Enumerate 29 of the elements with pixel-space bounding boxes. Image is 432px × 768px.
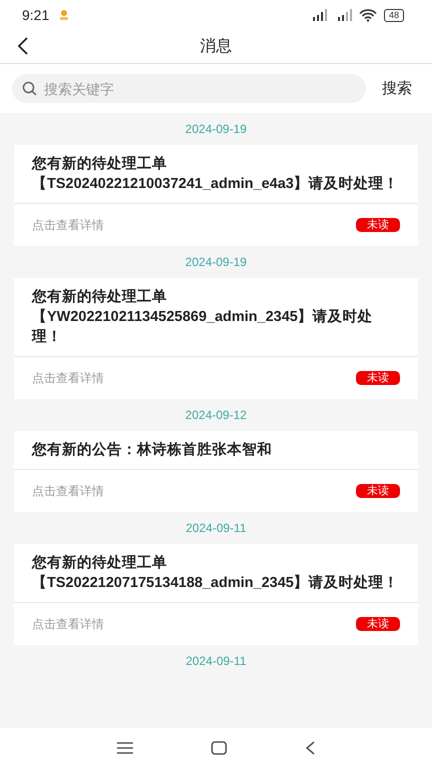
message-date: 2024-09-19 <box>185 255 247 269</box>
search-button[interactable]: 搜索 <box>382 79 412 98</box>
message-text: 您有新的待处理工单【TS20221207175134188_admin_2345】请及时处理！ <box>32 555 399 591</box>
back-icon[interactable] <box>17 37 29 55</box>
status-badge: 未读 <box>356 617 400 631</box>
message-card[interactable]: 您有新的待处理工单【TS20240221210037241_admin_e4a3】请及时处理！ 点击查看详情 未读 <box>14 145 418 246</box>
message-date: 2024-09-12 <box>185 408 247 422</box>
search-field[interactable]: 搜索关键字 <box>12 74 366 103</box>
message-date: 2024-09-11 <box>186 521 246 535</box>
notification-icon <box>58 9 70 21</box>
menu-icon[interactable] <box>117 742 133 754</box>
message-text: 您有新的待处理工单【YW20221021134525869_admin_2345】请及时处理！ <box>32 289 373 345</box>
search-icon <box>22 81 37 96</box>
page-title: 消息 <box>200 36 232 57</box>
battery-indicator: 48 <box>384 8 404 22</box>
status-badge: 未读 <box>356 371 400 385</box>
status-badge: 未读 <box>356 484 400 498</box>
message-card[interactable]: 您有新的公告：林诗栋首胜张本智和 点击查看详情 未读 <box>14 431 418 512</box>
message-text: 您有新的公告：林诗栋首胜张本智和 <box>32 442 272 458</box>
home-icon[interactable] <box>211 741 227 755</box>
message-card[interactable]: 您有新的待处理工单【TS20221207175134188_admin_2345】请及时处理！ 点击查看详情 未读 <box>14 544 418 645</box>
back-icon[interactable] <box>305 741 315 755</box>
wifi-icon <box>358 8 377 22</box>
status-badge: 未读 <box>356 218 400 232</box>
message-date: 2024-09-11 <box>186 654 246 668</box>
message-date: 2024-09-19 <box>185 122 247 136</box>
message-card[interactable]: 您有新的待处理工单【YW20221021134525869_admin_2345】请及时处理！ 点击查看详情 未读 <box>14 278 418 399</box>
status-time: 9:21 <box>22 7 50 23</box>
message-text: 您有新的待处理工单【TS20240221210037241_admin_e4a3】请及时处理！ <box>32 156 399 192</box>
